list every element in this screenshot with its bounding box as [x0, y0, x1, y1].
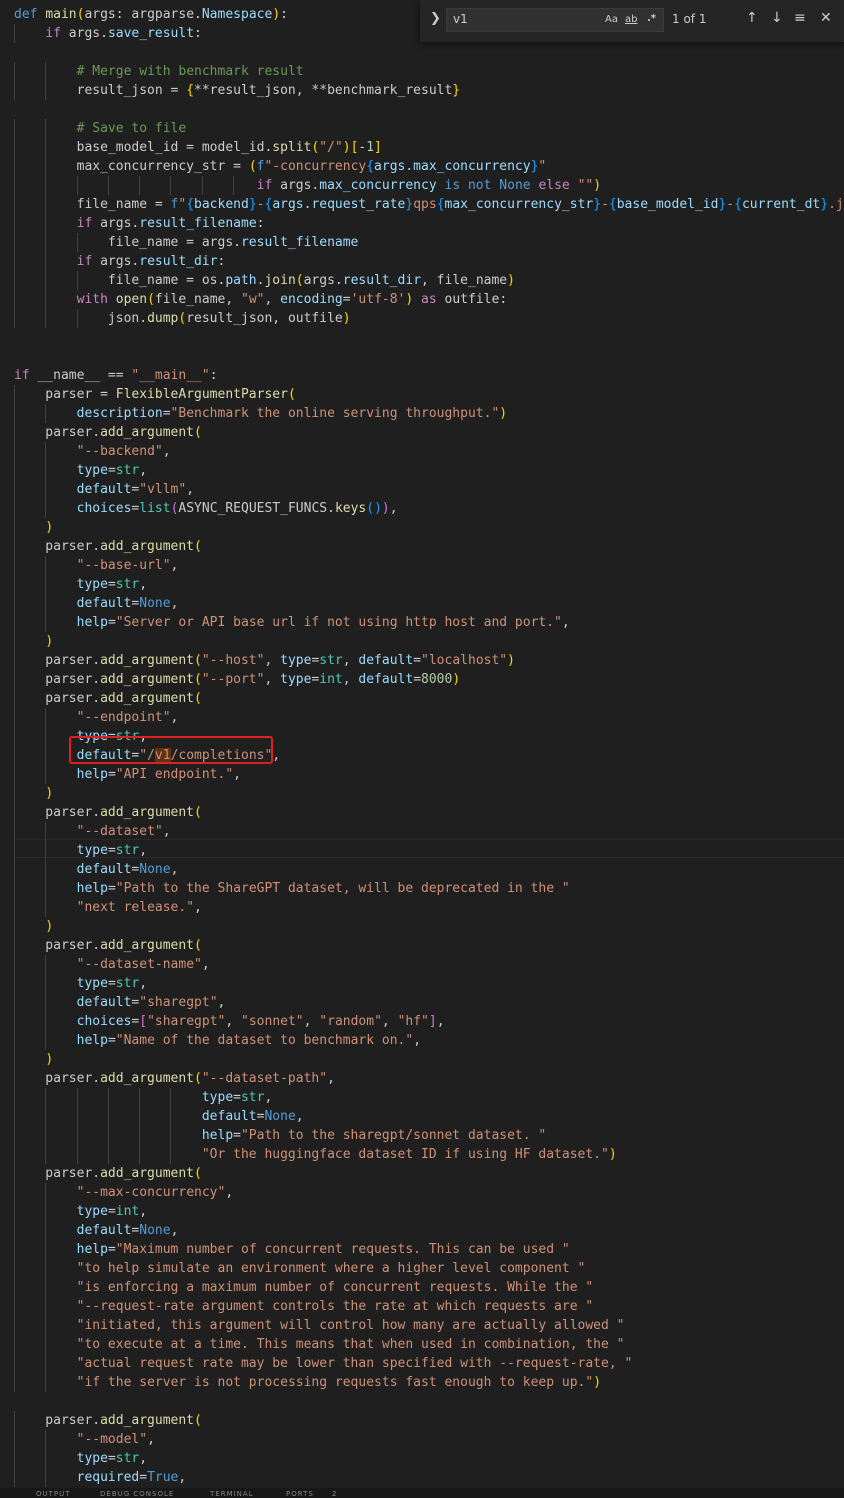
- code-line: type=str,: [76, 577, 148, 592]
- match-case-toggle[interactable]: Aa: [605, 14, 618, 25]
- code-line: ): [45, 1052, 54, 1067]
- code-line: default=None,: [76, 596, 179, 611]
- code-line: help="Path to the sharegpt/sonnet datase…: [201, 1128, 547, 1143]
- code-line: "--base-url",: [76, 558, 179, 573]
- tab-terminal[interactable]: TERMINAL: [210, 1490, 254, 1498]
- code-line: max_concurrency_str = (f"-concurrency{ar…: [14, 159, 547, 174]
- match-count: 1 of 1: [672, 12, 707, 26]
- close-icon[interactable]: ✕: [820, 10, 832, 26]
- code-line: "--endpoint",: [76, 710, 179, 725]
- code-line: parser.add_argument("--port", type=int, …: [14, 672, 461, 687]
- code-line: type=int,: [76, 1204, 148, 1219]
- code-line: "is enforcing a maximum number of concur…: [76, 1280, 594, 1295]
- code-line: ): [45, 786, 54, 801]
- tab-debug-console[interactable]: DEBUG CONSOLE: [100, 1490, 174, 1498]
- code-line: ): [45, 634, 54, 649]
- code-line: def main(args: argparse.Namespace):: [14, 7, 288, 22]
- code-line: result_json = {**result_json, **benchmar…: [14, 83, 461, 98]
- find-in-selection-icon[interactable]: ≡: [794, 10, 806, 26]
- code-line: default="sharegpt",: [76, 995, 226, 1010]
- ports-badge: 2: [332, 1490, 338, 1498]
- code-line: choices=list(ASYNC_REQUEST_FUNCS.keys())…: [76, 501, 398, 516]
- code-line: file_name = args.result_filename: [14, 235, 359, 250]
- code-line: parser = FlexibleArgumentParser(: [14, 387, 296, 402]
- code-line: default=None,: [76, 862, 179, 877]
- code-line: if __name__ == "__main__":: [14, 368, 218, 383]
- code-line: "actual request rate may be lower than s…: [76, 1356, 633, 1371]
- code-line: with open(file_name, "w", encoding='utf-…: [76, 292, 508, 307]
- code-line: # Save to file: [76, 121, 187, 136]
- code-line: "--dataset-name",: [76, 957, 210, 972]
- code-line: "--dataset",: [76, 824, 171, 839]
- find-widget: ❯ v1 Aa ab .* 1 of 1 ↑ ↓ ≡ ✕: [420, 0, 844, 42]
- panel-tabs: OUTPUT DEBUG CONSOLE TERMINAL PORTS 2: [0, 1488, 844, 1498]
- code-line: help="Path to the ShareGPT dataset, will…: [76, 881, 570, 896]
- code-line: parser.add_argument(: [14, 805, 202, 820]
- tab-ports[interactable]: PORTS: [286, 1490, 314, 1498]
- code-line: "if the server is not processing request…: [76, 1375, 602, 1390]
- regex-toggle[interactable]: .*: [647, 13, 656, 24]
- code-line: parser.add_argument(: [14, 425, 202, 440]
- arrow-up-icon[interactable]: ↑: [746, 10, 758, 26]
- code-line: ): [45, 520, 54, 535]
- code-line: default=None,: [76, 1223, 179, 1238]
- code-line: file_name = f"{backend}-{args.request_ra…: [14, 197, 844, 212]
- code-line: parser.add_argument(: [14, 1413, 202, 1428]
- code-line: "--backend",: [76, 444, 171, 459]
- code-line: type=str,: [201, 1090, 273, 1105]
- code-line: "--model",: [76, 1432, 155, 1447]
- code-line: required=True,: [76, 1470, 187, 1485]
- code-line: type=str,: [76, 976, 148, 991]
- tab-output[interactable]: OUTPUT: [36, 1490, 71, 1498]
- code-line: "to help simulate an environment where a…: [76, 1261, 586, 1276]
- code-line: if args.save_result:: [45, 26, 202, 41]
- code-line: help="Server or API base url if not usin…: [76, 615, 570, 630]
- code-line: "to execute at a time. This means that w…: [76, 1337, 625, 1352]
- annotation-highlight-box: [69, 736, 273, 764]
- code-line: json.dump(result_json, outfile): [14, 311, 351, 326]
- code-line: description="Benchmark the online servin…: [76, 406, 508, 421]
- code-line: # Merge with benchmark result: [76, 64, 304, 79]
- code-line: type=str,: [76, 843, 148, 858]
- code-line: parser.add_argument(: [14, 691, 202, 706]
- code-line: help="Maximum number of concurrent reque…: [76, 1242, 570, 1257]
- code-line: parser.add_argument(: [14, 539, 202, 554]
- code-line: help="Name of the dataset to benchmark o…: [76, 1033, 422, 1048]
- arrow-down-icon[interactable]: ↓: [771, 10, 783, 26]
- code-line: if args.result_dir:: [76, 254, 226, 269]
- code-line: if args.max_concurrency is not None else…: [256, 178, 602, 193]
- code-line: "Or the huggingface dataset ID if using …: [201, 1147, 617, 1162]
- code-line: "initiated, this argument will control h…: [76, 1318, 625, 1333]
- code-line: parser.add_argument(: [14, 938, 202, 953]
- code-line: help="API endpoint.",: [76, 767, 241, 782]
- find-input-value: v1: [453, 12, 468, 26]
- code-line: ): [45, 919, 54, 934]
- chevron-right-icon[interactable]: ❯: [430, 11, 441, 26]
- code-line: file_name = os.path.join(args.result_dir…: [14, 273, 515, 288]
- code-line: type=str,: [76, 463, 148, 478]
- code-line: base_model_id = model_id.split("/")[-1]: [14, 140, 382, 155]
- code-line: default="vllm",: [76, 482, 195, 497]
- code-line: "next release.",: [76, 900, 202, 915]
- code-line: type=str,: [76, 1451, 148, 1466]
- code-line: "--request-rate argument controls the ra…: [76, 1299, 594, 1314]
- whole-word-toggle[interactable]: ab: [625, 14, 637, 25]
- code-editor[interactable]: def main(args: argparse.Namespace): if a…: [0, 0, 844, 1488]
- code-line: "--max-concurrency",: [76, 1185, 234, 1200]
- code-line: parser.add_argument("--host", type=str, …: [14, 653, 515, 668]
- find-input[interactable]: v1 Aa ab .*: [446, 8, 664, 32]
- code-line: if args.result_filename:: [76, 216, 265, 231]
- code-line: choices=["sharegpt", "sonnet", "random",…: [76, 1014, 445, 1029]
- code-line: parser.add_argument(: [14, 1166, 202, 1181]
- code-line: default=None,: [201, 1109, 304, 1124]
- code-line: parser.add_argument("--dataset-path",: [14, 1071, 335, 1086]
